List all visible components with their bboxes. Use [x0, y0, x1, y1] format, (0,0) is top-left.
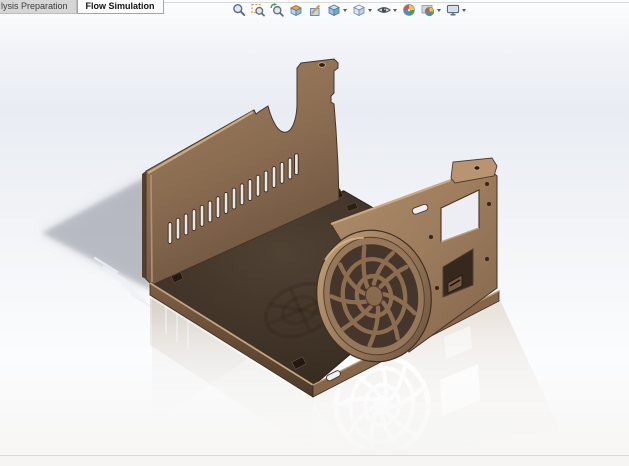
hide-show-items-icon[interactable]: [376, 2, 398, 18]
view-settings-icon[interactable]: [445, 2, 467, 18]
apply-scene-dropdown-arrow[interactable]: [437, 9, 441, 12]
view-orientation-dropdown-arrow[interactable]: [343, 9, 347, 12]
view-settings-dropdown-arrow[interactable]: [462, 9, 466, 12]
commandmanager-tabs: lysis Preparation Flow Simulation: [0, 0, 164, 14]
status-bar: [0, 455, 629, 466]
tab-screw-hole: [319, 63, 326, 68]
zoom-to-area-icon[interactable]: [250, 2, 266, 18]
zoom-to-fit-icon[interactable]: [231, 2, 247, 18]
section-view-icon[interactable]: [288, 2, 304, 18]
apply-scene-icon[interactable]: [420, 2, 442, 18]
heads-up-view-toolbar: [231, 2, 467, 18]
solidworks-window: lysis Preparation Flow Simulation: [0, 0, 629, 466]
dynamic-annotation-views-icon[interactable]: [307, 2, 323, 18]
display-style-dropdown-arrow[interactable]: [368, 9, 372, 12]
graphics-viewport[interactable]: [0, 0, 629, 466]
flange-screw-hole: [474, 166, 480, 170]
display-style-icon[interactable]: [351, 2, 373, 18]
previous-view-icon[interactable]: [269, 2, 285, 18]
edit-appearance-icon[interactable]: [401, 2, 417, 18]
hide-show-items-dropdown-arrow[interactable]: [393, 9, 397, 12]
tab-analysis-preparation[interactable]: lysis Preparation: [0, 0, 77, 14]
tab-flow-simulation[interactable]: Flow Simulation: [77, 0, 164, 14]
view-orientation-icon[interactable]: [326, 2, 348, 18]
